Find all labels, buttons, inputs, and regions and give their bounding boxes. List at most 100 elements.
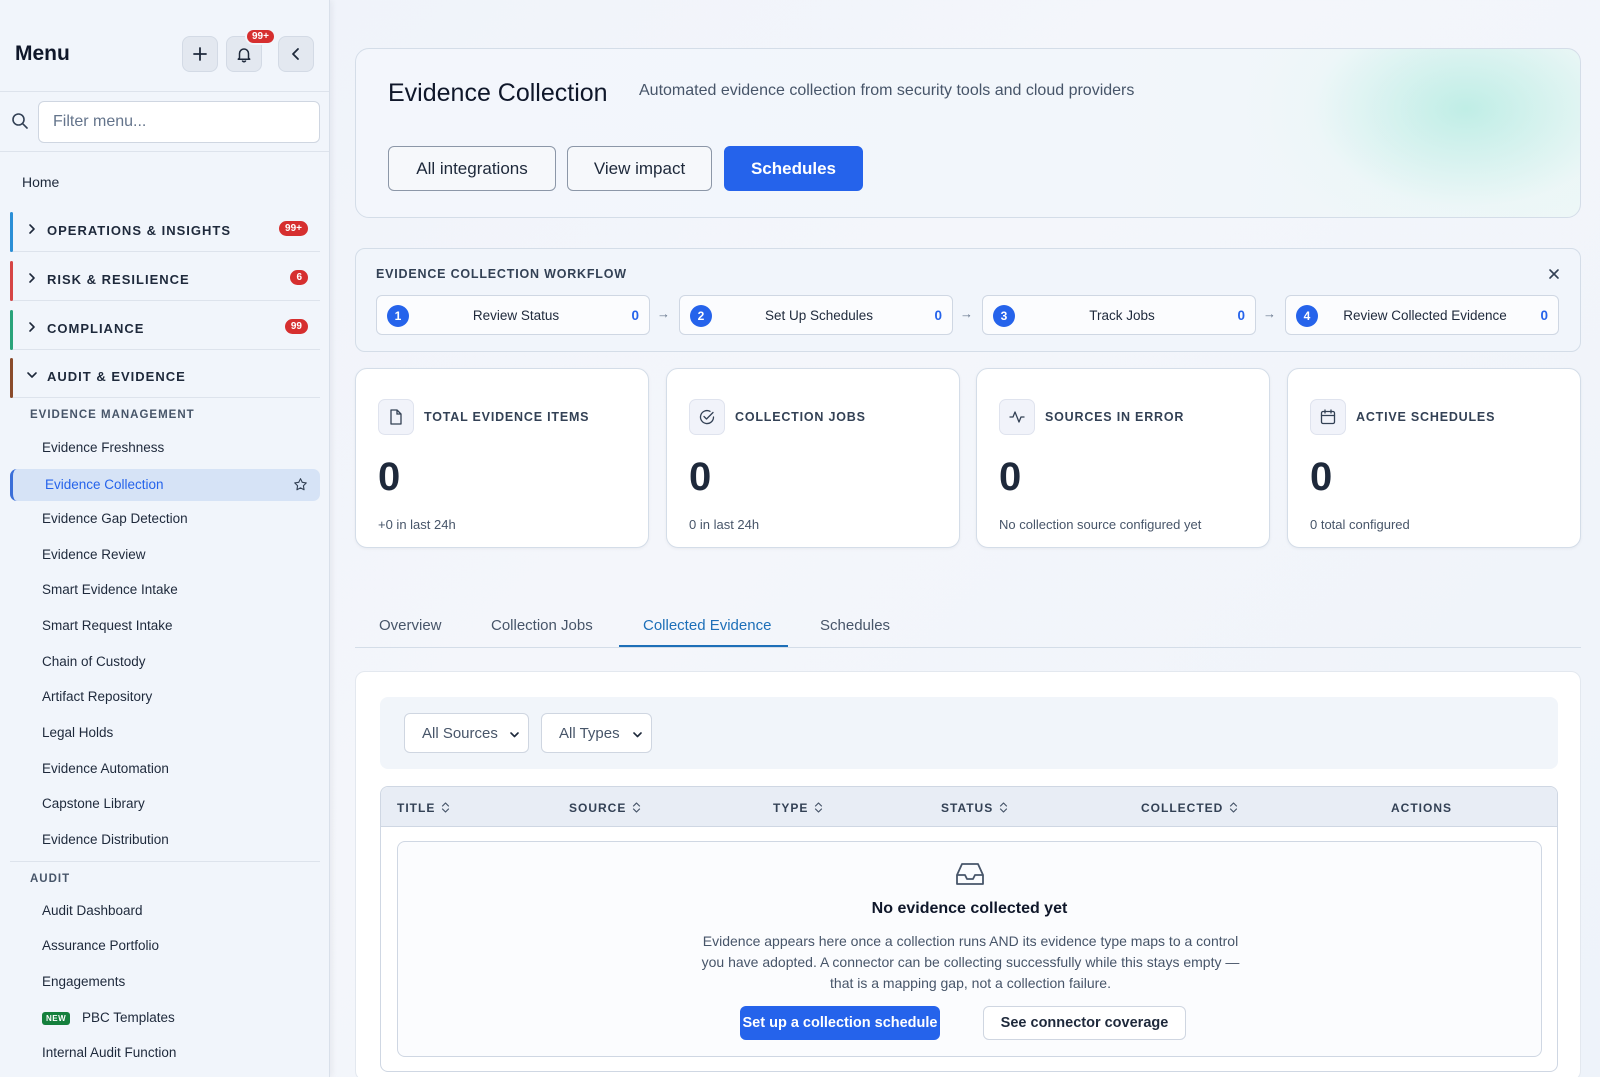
active-tab-indicator xyxy=(619,645,788,647)
notifications-button[interactable]: 99+ xyxy=(226,28,276,72)
chevron-right-icon xyxy=(29,224,35,234)
section-label: OPERATIONS & INSIGHTS xyxy=(47,223,231,238)
step-number: 4 xyxy=(1296,305,1318,327)
calendar-icon xyxy=(1310,399,1346,435)
step-count: 0 xyxy=(1237,308,1245,323)
close-icon[interactable] xyxy=(1548,268,1560,280)
kpi-label: COLLECTION JOBS xyxy=(735,410,866,424)
collapse-sidebar-button[interactable] xyxy=(278,36,314,72)
schedules-button[interactable]: Schedules xyxy=(724,146,863,191)
view-impact-button[interactable]: View impact xyxy=(567,146,712,191)
column-status[interactable]: STATUS xyxy=(941,801,1008,815)
empty-state: No evidence collected yet Evidence appea… xyxy=(397,841,1542,1057)
tab-collection-jobs[interactable]: Collection Jobs xyxy=(491,617,593,634)
tab-schedules[interactable]: Schedules xyxy=(820,617,890,634)
evidence-table: TITLE SOURCE TYPE STATUS COLLECTED ACTIO… xyxy=(380,786,1558,1072)
nav-evidence-review[interactable]: Evidence Review xyxy=(42,547,146,562)
document-icon xyxy=(378,399,414,435)
workflow-step-review-collected-evidence[interactable]: 4 Review Collected Evidence 0 xyxy=(1285,295,1559,335)
step-arrow: → xyxy=(657,306,670,321)
column-type[interactable]: TYPE xyxy=(773,801,823,815)
sidebar-header: Menu 99+ xyxy=(0,0,329,92)
nav-smart-evidence-intake[interactable]: Smart Evidence Intake xyxy=(42,582,178,597)
nav-chain-of-custody[interactable]: Chain of Custody xyxy=(42,654,146,669)
nav-evidence-freshness[interactable]: Evidence Freshness xyxy=(42,440,164,455)
workflow-step-track-jobs[interactable]: 3 Track Jobs 0 xyxy=(982,295,1256,335)
nav-pbc-templates[interactable]: PBC Templates xyxy=(82,1010,175,1025)
step-number: 3 xyxy=(993,305,1015,327)
chevron-left-icon xyxy=(292,48,299,60)
section-operations-insights[interactable]: OPERATIONS & INSIGHTS 99+ xyxy=(10,208,320,252)
kpi-active-schedules: ACTIVE SCHEDULES 0 0 total configured xyxy=(1287,368,1581,548)
step-count: 0 xyxy=(631,308,639,323)
filter-menu-input[interactable] xyxy=(38,101,320,143)
set-up-collection-schedule-button[interactable]: Set up a collection schedule xyxy=(740,1006,940,1040)
sort-icon xyxy=(633,802,641,813)
tab-collected-evidence[interactable]: Collected Evidence xyxy=(643,617,771,634)
kpi-note: 0 total configured xyxy=(1310,517,1410,532)
inbox-icon xyxy=(956,863,984,885)
column-actions: ACTIONS xyxy=(1391,801,1452,815)
sort-icon xyxy=(1230,802,1238,813)
nav-smart-request-intake[interactable]: Smart Request Intake xyxy=(42,618,173,633)
nav-artifact-repository[interactable]: Artifact Repository xyxy=(42,689,152,704)
column-title[interactable]: TITLE xyxy=(397,801,450,815)
nav-evidence-distribution[interactable]: Evidence Distribution xyxy=(42,832,169,847)
workflow-title: EVIDENCE COLLECTION WORKFLOW xyxy=(376,267,627,281)
nav-legal-holds[interactable]: Legal Holds xyxy=(42,725,113,740)
column-source[interactable]: SOURCE xyxy=(569,801,641,815)
nav-assurance-portfolio[interactable]: Assurance Portfolio xyxy=(42,938,159,953)
step-number: 2 xyxy=(690,305,712,327)
add-button[interactable] xyxy=(182,36,218,72)
kpi-sources-in-error: SOURCES IN ERROR 0 No collection source … xyxy=(976,368,1270,548)
step-arrow: → xyxy=(960,306,973,321)
kpi-note: No collection source configured yet xyxy=(999,517,1202,532)
page-header: Evidence Collection Automated evidence c… xyxy=(355,48,1581,218)
nav-evidence-gap-detection[interactable]: Evidence Gap Detection xyxy=(42,511,188,526)
activity-icon xyxy=(999,399,1035,435)
section-label: RISK & RESILIENCE xyxy=(47,272,190,287)
section-audit-evidence[interactable]: AUDIT & EVIDENCE xyxy=(10,354,320,398)
section-accent-bar xyxy=(10,212,13,252)
nav-evidence-collection[interactable]: Evidence Collection xyxy=(10,469,320,501)
chevron-down-icon xyxy=(27,372,37,378)
nav-internal-audit-function[interactable]: Internal Audit Function xyxy=(42,1045,176,1060)
kpi-value: 0 xyxy=(689,455,712,499)
workflow-step-set-up-schedules[interactable]: 2 Set Up Schedules 0 xyxy=(679,295,953,335)
kpi-value: 0 xyxy=(378,455,401,499)
tab-overview[interactable]: Overview xyxy=(379,617,442,634)
collected-evidence-panel: All Sources All Types TITLE SOURCE TYPE … xyxy=(355,671,1581,1077)
nav-capstone-library[interactable]: Capstone Library xyxy=(42,796,145,811)
sidebar-search xyxy=(0,92,329,152)
workflow-step-review-status[interactable]: 1 Review Status 0 xyxy=(376,295,650,335)
step-count: 0 xyxy=(1540,308,1548,323)
sources-select[interactable]: All Sources xyxy=(404,713,529,753)
sort-icon xyxy=(815,802,823,813)
step-number: 1 xyxy=(387,305,409,327)
sidebar-title: Menu xyxy=(15,42,70,65)
section-badge: 6 xyxy=(290,270,308,285)
nav-audit-dashboard[interactable]: Audit Dashboard xyxy=(42,903,143,918)
step-label: Review Collected Evidence xyxy=(1343,308,1507,323)
sidebar: Menu 99+ Home OPERATIONS & INSIGHTS 99+ … xyxy=(0,0,330,1077)
column-label: STATUS xyxy=(941,801,994,815)
star-icon[interactable] xyxy=(293,477,308,492)
column-label: COLLECTED xyxy=(1141,801,1224,815)
kpi-total-evidence-items: TOTAL EVIDENCE ITEMS 0 +0 in last 24h xyxy=(355,368,649,548)
section-compliance[interactable]: COMPLIANCE 99 xyxy=(10,306,320,350)
section-risk-resilience[interactable]: RISK & RESILIENCE 6 xyxy=(10,257,320,301)
nav-home[interactable]: Home xyxy=(22,174,59,190)
tab-bar: Overview Collection Jobs Collected Evide… xyxy=(355,600,1581,648)
nav-engagements[interactable]: Engagements xyxy=(42,974,125,989)
notification-count-badge: 99+ xyxy=(245,28,276,45)
workflow-banner: EVIDENCE COLLECTION WORKFLOW 1 Review St… xyxy=(355,248,1581,352)
column-collected[interactable]: COLLECTED xyxy=(1141,801,1238,815)
types-select[interactable]: All Types xyxy=(541,713,652,753)
nav-evidence-automation[interactable]: Evidence Automation xyxy=(42,761,169,776)
see-connector-coverage-button[interactable]: See connector coverage xyxy=(983,1006,1186,1040)
all-integrations-button[interactable]: All integrations xyxy=(388,146,556,191)
step-label: Review Status xyxy=(472,308,560,323)
section-label: COMPLIANCE xyxy=(47,321,145,336)
select-value: All Sources xyxy=(422,724,498,742)
step-label: Set Up Schedules xyxy=(764,308,874,323)
